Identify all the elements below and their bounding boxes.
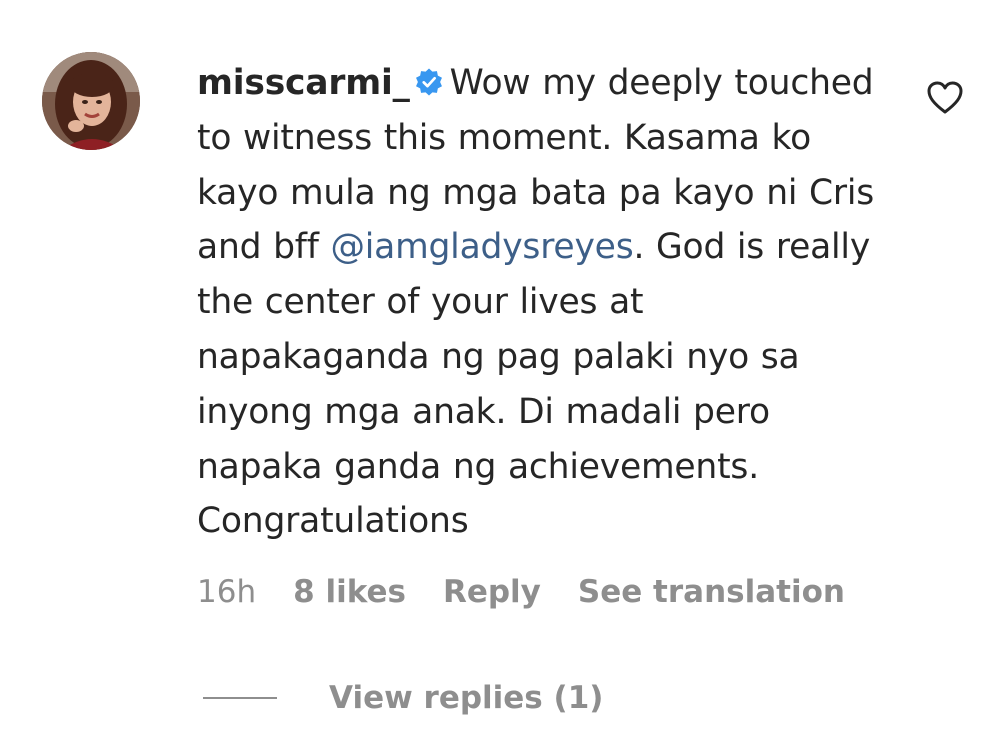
- avatar[interactable]: [42, 52, 140, 150]
- view-replies-label: View replies (1): [329, 680, 604, 716]
- avatar-image: [42, 52, 140, 150]
- comment-text-part2: . God is really the center of your lives…: [197, 227, 871, 542]
- view-replies-button[interactable]: View replies (1): [203, 676, 603, 720]
- heart-outline-icon: [927, 81, 963, 114]
- comment-meta: 16h 8 likes Reply See translation: [197, 572, 845, 612]
- likes-count-button[interactable]: 8 likes: [293, 574, 406, 610]
- comment: misscarmi_ Wow my deeply touched to witne…: [0, 0, 1000, 750]
- replies-divider-line: [203, 697, 277, 699]
- comment-age: 16h: [197, 574, 257, 610]
- comment-text: misscarmi_ Wow my deeply touched to witne…: [197, 56, 877, 549]
- verified-badge-icon: [415, 68, 442, 96]
- see-translation-button[interactable]: See translation: [578, 574, 845, 610]
- username-link[interactable]: misscarmi_: [197, 63, 410, 103]
- reply-button[interactable]: Reply: [443, 574, 541, 610]
- comment-body: misscarmi_ Wow my deeply touched to witne…: [197, 56, 877, 549]
- like-button[interactable]: [925, 78, 965, 118]
- mention-link[interactable]: @iamgladysreyes: [330, 227, 633, 267]
